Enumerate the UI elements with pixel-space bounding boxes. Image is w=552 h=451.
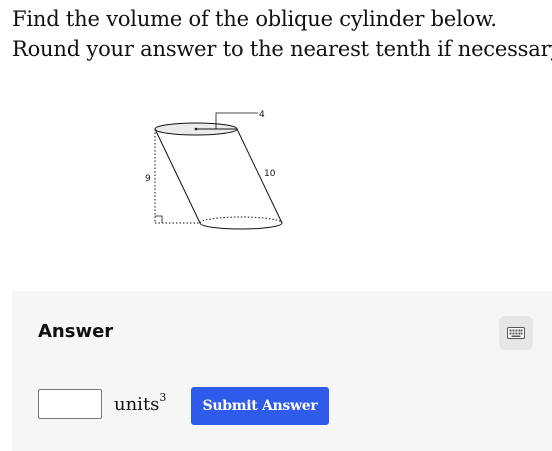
keyboard-icon: [507, 327, 525, 339]
cylinder-bottom-front-arc: [199, 222, 283, 230]
units-text: units: [114, 394, 160, 415]
cylinder-left-side: [154, 128, 201, 224]
center-point: [194, 127, 198, 131]
radius-label: 4: [259, 110, 265, 120]
keyboard-button[interactable]: [499, 316, 533, 350]
units-label: units3: [114, 391, 167, 415]
question-line-1: Find the volume of the oblique cylinder …: [12, 7, 497, 31]
answer-input[interactable]: [38, 389, 102, 419]
units-exponent: 3: [159, 391, 167, 404]
submit-answer-button[interactable]: Submit Answer: [191, 387, 329, 425]
question-text: Find the volume of the oblique cylinder …: [12, 4, 552, 64]
cylinder-bottom-back-arc: [199, 216, 283, 224]
answer-heading: Answer: [38, 321, 114, 342]
oblique-cylinder-figure: 4 9 10: [145, 110, 283, 230]
answer-panel: Answer units3 Submit Answer: [12, 291, 552, 451]
height-label: 9: [145, 174, 151, 184]
right-angle-marker: [155, 215, 163, 223]
slant-label: 10: [264, 169, 276, 179]
question-line-2: Round your answer to the nearest tenth i…: [12, 37, 552, 61]
